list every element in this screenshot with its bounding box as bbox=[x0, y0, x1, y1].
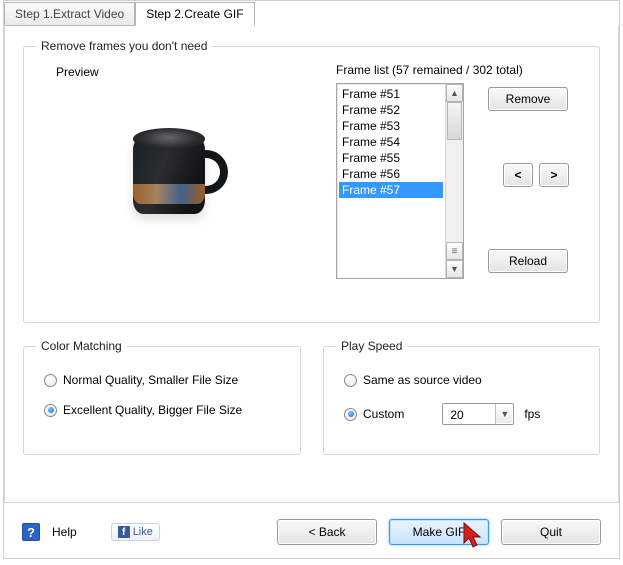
scroll-up-icon[interactable]: ▲ bbox=[446, 84, 463, 102]
fps-value: 20 bbox=[443, 405, 495, 423]
fps-combobox[interactable]: 20 ▼ bbox=[442, 403, 514, 425]
radio-custom-label: Custom bbox=[363, 407, 404, 421]
list-item[interactable]: Frame #56 bbox=[339, 166, 443, 182]
next-frame-button[interactable]: > bbox=[539, 163, 569, 187]
remove-frames-legend: Remove frames you don't need bbox=[36, 39, 212, 53]
color-matching-group: Color Matching Normal Quality, Smaller F… bbox=[23, 339, 301, 455]
radio-same-as-source[interactable]: Same as source video bbox=[344, 373, 587, 387]
list-item[interactable]: Frame #51 bbox=[339, 86, 443, 102]
radio-same-label: Same as source video bbox=[363, 373, 482, 387]
radio-excellent-quality[interactable]: Excellent Quality, Bigger File Size bbox=[44, 403, 288, 417]
quit-button[interactable]: Quit bbox=[501, 519, 601, 545]
list-item[interactable]: Frame #57 bbox=[339, 182, 443, 198]
list-item[interactable]: Frame #52 bbox=[339, 102, 443, 118]
facebook-icon: f bbox=[118, 526, 130, 538]
prev-frame-button[interactable]: < bbox=[503, 163, 533, 187]
reload-button[interactable]: Reload bbox=[488, 249, 568, 273]
scroll-grip-icon[interactable]: ≡ bbox=[446, 242, 463, 260]
scroll-down-icon[interactable]: ▼ bbox=[446, 260, 463, 278]
radio-normal-quality[interactable]: Normal Quality, Smaller File Size bbox=[44, 373, 288, 387]
radio-normal-label: Normal Quality, Smaller File Size bbox=[63, 373, 238, 387]
list-item[interactable]: Frame #55 bbox=[339, 150, 443, 166]
remove-button[interactable]: Remove bbox=[488, 87, 568, 111]
scroll-thumb[interactable] bbox=[447, 102, 462, 140]
facebook-like-button[interactable]: f Like bbox=[111, 523, 160, 541]
tab-create-gif[interactable]: Step 2.Create GIF bbox=[135, 2, 254, 26]
scrollbar[interactable]: ▲ ≡ ▼ bbox=[445, 84, 463, 278]
list-item[interactable]: Frame #53 bbox=[339, 118, 443, 134]
preview-label: Preview bbox=[56, 65, 316, 79]
radio-icon bbox=[344, 374, 357, 387]
list-item[interactable]: Frame #54 bbox=[339, 134, 443, 150]
color-matching-legend: Color Matching bbox=[36, 339, 127, 353]
play-speed-group: Play Speed Same as source video Custom 2… bbox=[323, 339, 600, 455]
chevron-down-icon[interactable]: ▼ bbox=[495, 404, 513, 424]
fps-unit-label: fps bbox=[524, 407, 540, 421]
play-speed-legend: Play Speed bbox=[336, 339, 407, 353]
radio-icon bbox=[344, 408, 357, 421]
remove-frames-group: Remove frames you don't need Preview F bbox=[23, 39, 600, 323]
help-link[interactable]: Help bbox=[52, 525, 77, 539]
radio-excellent-label: Excellent Quality, Bigger File Size bbox=[63, 403, 242, 417]
make-gif-button[interactable]: Make GIF bbox=[389, 519, 489, 545]
tab-extract-video[interactable]: Step 1.Extract Video bbox=[4, 2, 135, 26]
frame-listbox[interactable]: Frame #51Frame #52Frame #53Frame #54Fram… bbox=[336, 83, 464, 279]
back-button[interactable]: < Back bbox=[277, 519, 377, 545]
radio-icon bbox=[44, 374, 57, 387]
radio-custom-speed[interactable]: Custom bbox=[344, 407, 404, 421]
help-icon[interactable]: ? bbox=[22, 523, 40, 541]
preview-image bbox=[46, 85, 306, 273]
like-label: Like bbox=[133, 526, 153, 538]
frame-list-title: Frame list (57 remained / 302 total) bbox=[336, 63, 587, 77]
radio-icon bbox=[44, 404, 57, 417]
